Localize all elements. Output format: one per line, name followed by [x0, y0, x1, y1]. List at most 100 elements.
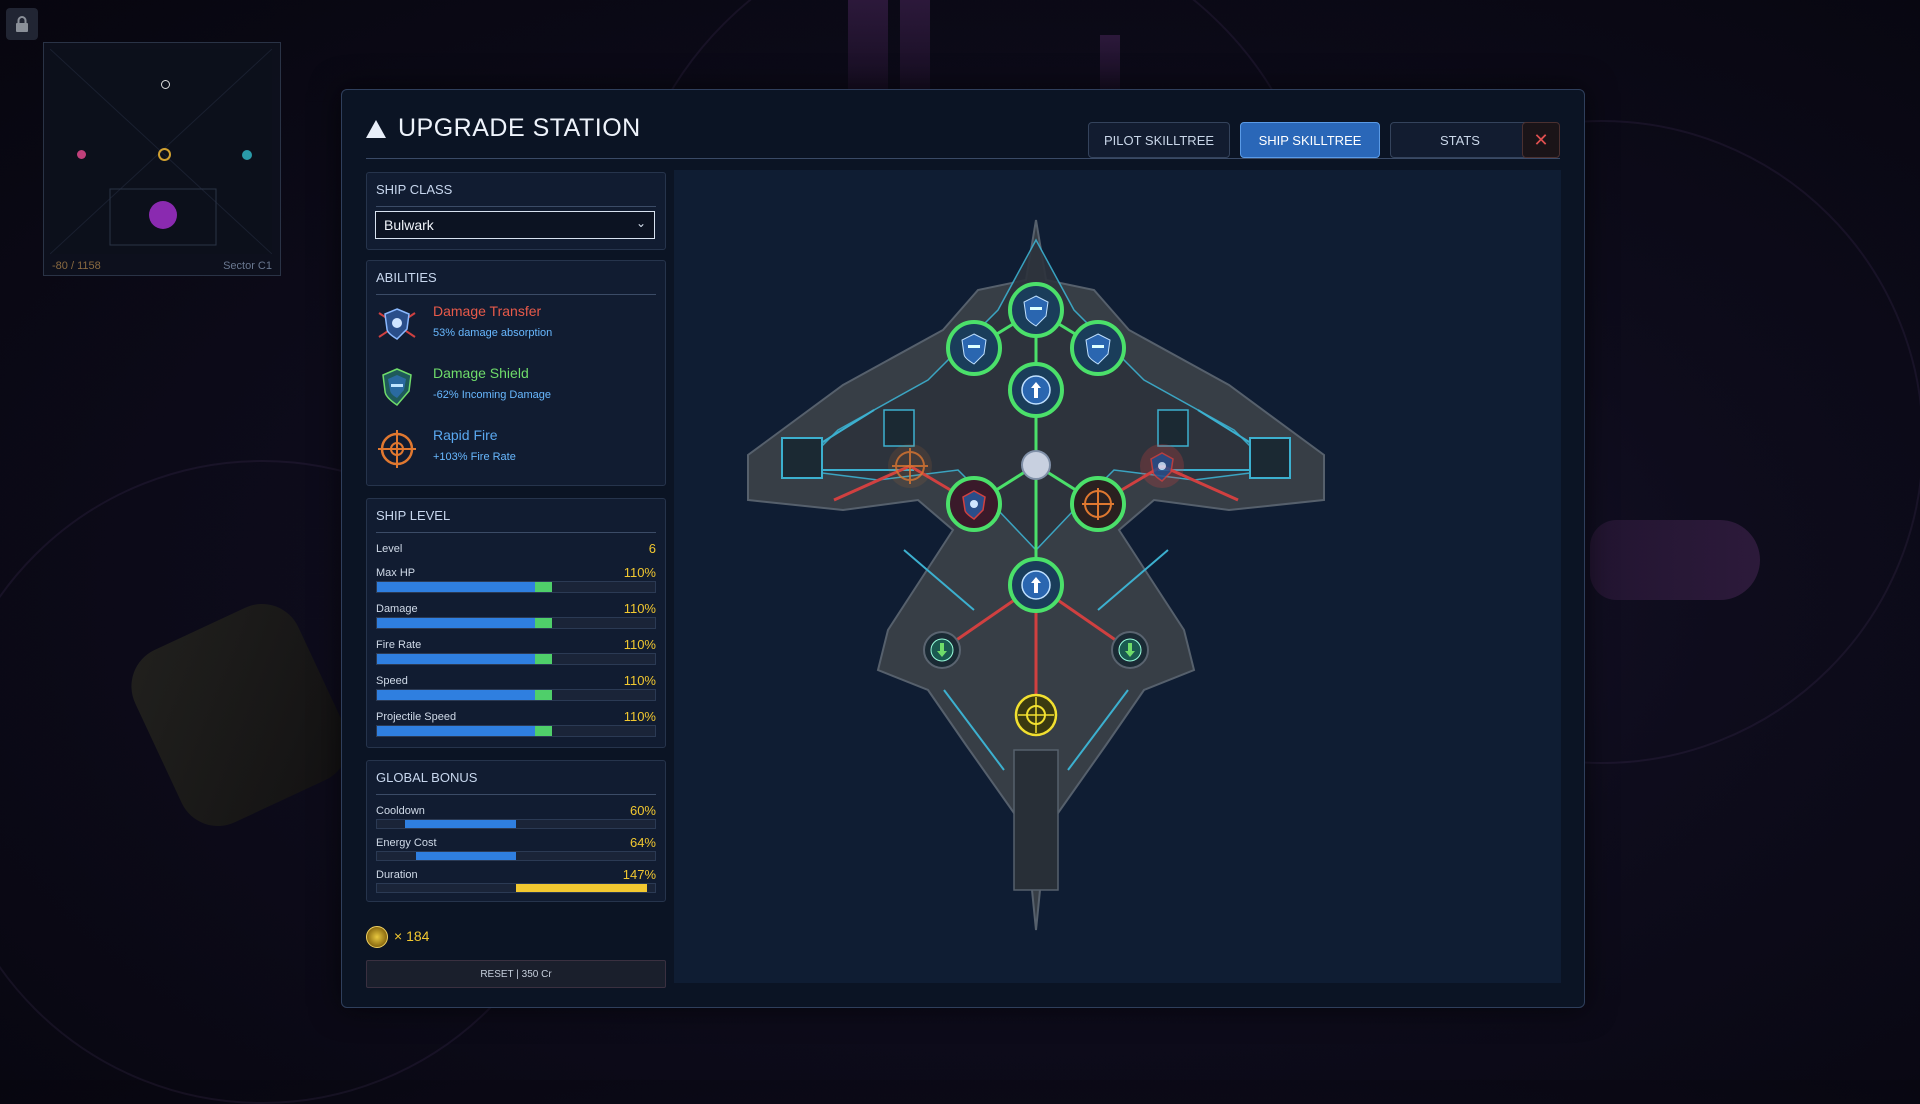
rapid-fire-icon	[378, 430, 416, 468]
lock-icon[interactable]	[6, 8, 38, 40]
minimap-marker-white	[161, 80, 170, 89]
stat-label: Speed	[376, 675, 408, 687]
stat-bar	[376, 689, 656, 701]
minimap-player-marker	[149, 201, 177, 229]
skill-node-far-right-transfer-locked	[1140, 444, 1184, 488]
stat-row: Max HP 110%	[376, 565, 656, 595]
divider	[376, 532, 656, 533]
skill-points-count: × 184	[394, 928, 430, 944]
bonus-row: Duration 147%	[376, 867, 656, 897]
skill-node-left-shield	[946, 476, 1002, 532]
damage-shield-icon	[382, 368, 412, 406]
ship-class-value: Bulwark	[384, 217, 434, 233]
stat-bar-base	[377, 654, 536, 664]
skill-node-upper-right	[1070, 320, 1126, 376]
skill-node-ultimate-locked	[1014, 693, 1058, 737]
ability-name: Damage Transfer	[433, 303, 542, 319]
stat-bar-base	[377, 582, 536, 592]
stat-label: Max HP	[376, 567, 416, 579]
stat-bar-bonus	[535, 654, 553, 664]
window-header: UPGRADE STATION PILOT SKILLTREE SHIP SKI…	[366, 104, 1560, 159]
stat-label: Fire Rate	[376, 639, 422, 651]
level-value: 6	[648, 541, 656, 556]
window-title: UPGRADE STATION	[398, 114, 641, 142]
abilities-panel: ABILITIES Damage Transfer 53% damage abs…	[366, 260, 666, 486]
stat-label: Damage	[376, 603, 418, 615]
minimap-sector: Sector C1	[223, 260, 272, 272]
bonus-bar	[376, 819, 656, 829]
stat-value: 110%	[623, 601, 656, 616]
skill-node-lower-right-locked	[1111, 631, 1149, 669]
ability-description: 53% damage absorption	[433, 327, 553, 339]
abilities-title: ABILITIES	[376, 270, 437, 285]
bonus-label: Energy Cost	[376, 837, 437, 849]
ship-skilltree-canvas[interactable]	[674, 170, 1561, 983]
close-button[interactable]: ✕	[1522, 122, 1560, 158]
bonus-bar-fill	[516, 884, 647, 892]
stat-value: 110%	[623, 565, 656, 580]
minimap-marker-teal	[242, 150, 252, 160]
stat-bar-base	[377, 726, 536, 736]
skill-node-hub	[1021, 450, 1051, 480]
global-bonus-title: GLOBAL BONUS	[376, 770, 478, 785]
skill-node-upper-left	[946, 320, 1002, 376]
skill-node-right-rapid	[1070, 476, 1126, 532]
bonus-label: Duration	[376, 869, 418, 881]
stat-value: 110%	[623, 637, 656, 652]
stat-bar	[376, 725, 656, 737]
ability-rapid-fire[interactable]: Rapid Fire +103% Fire Rate	[375, 421, 655, 477]
ability-damage-transfer[interactable]: Damage Transfer 53% damage absorption	[375, 297, 655, 353]
bonus-row: Cooldown 60%	[376, 803, 656, 833]
stat-value: 110%	[623, 673, 656, 688]
divider	[376, 206, 656, 207]
tab-ship-skilltree[interactable]: SHIP SKILLTREE	[1240, 122, 1380, 158]
chevron-down-icon: ⌄	[635, 216, 646, 230]
level-label: Level	[376, 543, 403, 555]
stat-row: Speed 110%	[376, 673, 656, 703]
stat-bar-bonus	[535, 690, 553, 700]
bonus-row: Energy Cost 64%	[376, 835, 656, 865]
tab-stats[interactable]: STATS	[1390, 122, 1530, 158]
stat-bar-bonus	[535, 582, 553, 592]
minimap[interactable]: -80 / 1158 Sector C1	[43, 42, 281, 276]
stat-bar	[376, 653, 656, 665]
minimap-coordinates: -80 / 1158	[52, 260, 101, 272]
skill-node-speed-upper	[1008, 362, 1064, 418]
stat-bar-base	[377, 618, 536, 628]
reset-button[interactable]: RESET | 350 Cr	[366, 960, 666, 988]
bonus-bar-fill	[415, 852, 516, 860]
ship-class-panel: SHIP CLASS Bulwark ⌄	[366, 172, 666, 250]
skill-point-icon	[366, 926, 388, 948]
bonus-value: 60%	[629, 803, 656, 818]
global-bonus-panel: GLOBAL BONUS Cooldown 60% Energy Cost 64% Du…	[366, 760, 666, 902]
ability-name: Rapid Fire	[433, 427, 498, 443]
ability-description: +103% Fire Rate	[433, 451, 516, 463]
skill-node-far-left-rapid-locked	[888, 444, 932, 488]
stat-row: Fire Rate 110%	[376, 637, 656, 667]
damage-transfer-icon	[378, 308, 416, 340]
ability-damage-shield[interactable]: Damage Shield -62% Incoming Damage	[375, 359, 655, 415]
ship-level-panel: SHIP LEVEL Level 6 Max HP 110% Damage 110% F…	[366, 498, 666, 748]
ability-name: Damage Shield	[433, 365, 529, 381]
ability-description: -62% Incoming Damage	[433, 389, 552, 401]
bonus-bar	[376, 851, 656, 861]
minimap-marker-gold	[158, 148, 171, 161]
divider	[376, 794, 656, 795]
bonus-bar-fill	[404, 820, 516, 828]
skill-node-lower-left-locked	[923, 631, 961, 669]
stat-value: 110%	[623, 709, 656, 724]
stat-row: Damage 110%	[376, 601, 656, 631]
tab-pilot-skilltree[interactable]: PILOT SKILLTREE	[1088, 122, 1230, 158]
stat-bar-base	[377, 690, 536, 700]
bonus-bar	[376, 883, 656, 893]
background-tower	[900, 0, 930, 90]
divider	[376, 294, 656, 295]
skill-node-top	[1008, 282, 1064, 338]
minimap-marker-pink	[77, 150, 86, 159]
stat-label: Projectile Speed	[376, 711, 457, 723]
background-tower	[1100, 35, 1120, 90]
ship-class-dropdown[interactable]: Bulwark ⌄	[375, 211, 655, 239]
skill-node-speed-lower	[1008, 557, 1064, 613]
stat-bar	[376, 617, 656, 629]
minimap-field	[50, 49, 272, 254]
